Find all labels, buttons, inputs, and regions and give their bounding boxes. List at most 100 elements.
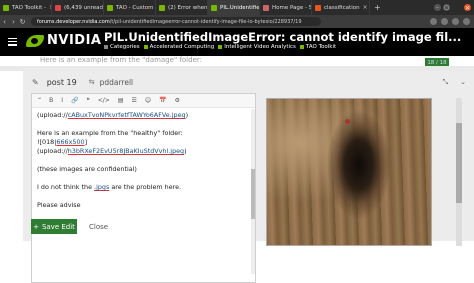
editor-line: (upload://h3bRXeF2EvU5r8JBaKIuStdVvhl.jp… <box>37 147 248 156</box>
url-field[interactable]: forums.developer.nvidia.com /t/pil-unide… <box>31 17 321 26</box>
profile-icon[interactable] <box>452 18 459 25</box>
category-color-icon <box>300 45 304 49</box>
markdown-editor[interactable]: “ B I 🔗 ❝ </> ▤ ☰ ☺ 📅 ⚙ (upload://cABuxTvoNPkvrfet… <box>31 93 256 283</box>
editor-line: Please advise <box>37 201 248 210</box>
toolbar-button-icon[interactable]: ❝ <box>87 97 90 104</box>
category-color-icon <box>144 45 148 49</box>
toolbar-button-icon[interactable]: “ <box>38 97 41 104</box>
preview-scrollbar[interactable] <box>456 98 462 246</box>
tab-favicon-icon <box>107 5 113 11</box>
line-text: (upload:// <box>37 147 68 155</box>
post-author[interactable]: pddarrell <box>100 78 134 87</box>
tab-label: PIL.UnidentifiedI <box>220 5 260 11</box>
forward-icon[interactable]: › <box>9 18 18 26</box>
toolbar-button-icon[interactable]: 🔗 <box>71 97 78 104</box>
toolbar-button-icon[interactable]: ☺ <box>145 97 151 104</box>
address-bar-row: ‹ › ↻ forums.developer.nvidia.com /t/pil… <box>0 15 474 28</box>
editor-line: ![018|666x500] <box>37 138 248 147</box>
tab-label: (6,439 unread <box>64 5 103 11</box>
line-link: h3bRXeF2EvU5r8JBaKIuStdVvhl.jpeg <box>68 147 184 155</box>
browser-tab[interactable]: Home Page - S× <box>260 0 312 15</box>
editor-scrollbar[interactable] <box>251 109 255 274</box>
category-link[interactable]: Intelligent Video Analytics <box>218 44 296 50</box>
tab-label: classification <box>324 5 360 11</box>
category-label: Intelligent Video Analytics <box>224 44 296 50</box>
category-color-icon <box>104 45 108 49</box>
tab-label: TAO Toolkit - <box>12 5 46 11</box>
toolbar-button-icon[interactable]: </> <box>98 97 110 104</box>
category-link[interactable]: Accelerated Computing <box>144 44 215 50</box>
close-window-icon[interactable]: × <box>464 4 471 11</box>
category-label: Accelerated Computing <box>150 44 215 50</box>
close-button[interactable]: Close <box>89 223 108 231</box>
browser-tab-bar: TAO Toolkit -×(6,439 unread×TAO - Custom… <box>0 0 474 15</box>
collapse-icon[interactable]: ⌄ <box>460 78 466 87</box>
editor-toolbar: “ B I 🔗 ❝ </> ▤ ☰ ☺ 📅 ⚙ <box>32 94 255 108</box>
editor-textarea[interactable]: (upload://cABuxTvoNPkvrfetfTAWYo6AFVe.jp… <box>32 109 253 274</box>
toolbar-button-icon[interactable]: ☰ <box>131 97 136 104</box>
tab-favicon-icon <box>211 5 217 11</box>
editor-line <box>37 174 248 183</box>
back-icon[interactable]: ‹ <box>0 18 9 26</box>
tab-favicon-icon <box>263 5 269 11</box>
toolbar-button-icon[interactable]: ⚙ <box>175 97 180 104</box>
browser-tab[interactable]: TAO Toolkit -× <box>0 0 52 15</box>
editor-line: (these images are confidential) <box>37 165 248 174</box>
browser-tab[interactable]: TAO - Custom× <box>104 0 156 15</box>
toolbar-button-icon[interactable]: I <box>61 97 63 104</box>
reply-to-icon: ⇆ <box>89 78 95 86</box>
extension-icon[interactable] <box>441 18 448 25</box>
nvidia-logo[interactable]: NVIDIA <box>26 33 101 48</box>
pencil-icon: ✎ <box>32 78 39 87</box>
post-number[interactable]: post 19 <box>47 78 77 87</box>
new-tab-icon[interactable]: + <box>370 3 385 12</box>
browser-tab[interactable]: PIL.UnidentifiedI× <box>208 0 260 15</box>
composer-window-controls: ⤡ ⌄ <box>443 78 474 87</box>
line-link: .jpgs <box>94 183 109 191</box>
line-text: (these images are confidential) <box>37 165 137 173</box>
tab-favicon-icon <box>3 5 9 11</box>
hamburger-icon[interactable] <box>8 38 17 48</box>
category-link[interactable]: TAO Toolkit <box>300 44 336 50</box>
tab-close-icon[interactable]: × <box>360 4 368 11</box>
category-link[interactable]: Categories <box>104 44 140 50</box>
minimize-window-icon[interactable]: – <box>434 4 441 11</box>
editor-line <box>37 156 248 165</box>
preview-marker <box>345 119 350 124</box>
composer-footer: + Save Edit Close <box>31 219 108 234</box>
site-header: NVIDIA PIL.UnidentifiedImageError: canno… <box>0 28 474 56</box>
tab-favicon-icon <box>159 5 165 11</box>
browser-tab[interactable]: classification× <box>312 0 370 15</box>
tab-favicon-icon <box>315 5 321 11</box>
tab-label: Home Page - S <box>272 5 312 11</box>
maximize-window-icon[interactable]: □ <box>443 4 450 11</box>
category-breadcrumbs: Categories Accelerated Computing Intellige… <box>104 44 336 50</box>
toolbar-button-icon[interactable]: ▤ <box>118 97 124 104</box>
tab-label: TAO - Custom <box>116 5 153 11</box>
browser-tab[interactable]: (6,439 unread× <box>52 0 104 15</box>
minimize-icon[interactable]: ⤡ <box>443 78 449 87</box>
nvidia-eye-icon <box>26 35 44 47</box>
extensions-area <box>430 18 474 25</box>
toolbar-button-icon[interactable]: 📅 <box>159 97 166 104</box>
editor-line: Here is an example from the "healthy" fo… <box>37 129 248 138</box>
browser-tab[interactable]: (2) Error when× <box>156 0 208 15</box>
background-post-text: Here is an example from the "damage" fol… <box>40 56 202 64</box>
plus-icon: + <box>33 223 39 231</box>
line-text: Here is an example from the "healthy" fo… <box>37 129 183 137</box>
menu-icon[interactable] <box>463 18 470 25</box>
category-label: TAO Toolkit <box>306 44 336 50</box>
line-link: 666x500 <box>56 138 84 146</box>
window-controls: –□ × <box>434 4 474 11</box>
bookmark-icon[interactable] <box>430 18 437 25</box>
topic-title[interactable]: PIL.UnidentifiedImageError: cannot ident… <box>104 30 461 44</box>
line-text: (upload:// <box>37 111 68 119</box>
line-text: I do not think the <box>37 183 94 191</box>
tab-favicon-icon <box>55 5 61 11</box>
save-edit-button[interactable]: + Save Edit <box>31 219 77 234</box>
toolbar-button-icon[interactable]: B <box>49 97 53 104</box>
reload-icon[interactable]: ↻ <box>18 18 27 26</box>
editor-line: (upload://cABuxTvoNPkvrfetfTAWYo6AFVe.jp… <box>37 111 248 120</box>
image-preview <box>266 98 432 246</box>
url-path: /t/pil-unidentifiedimageerror-cannot-ide… <box>110 19 302 25</box>
